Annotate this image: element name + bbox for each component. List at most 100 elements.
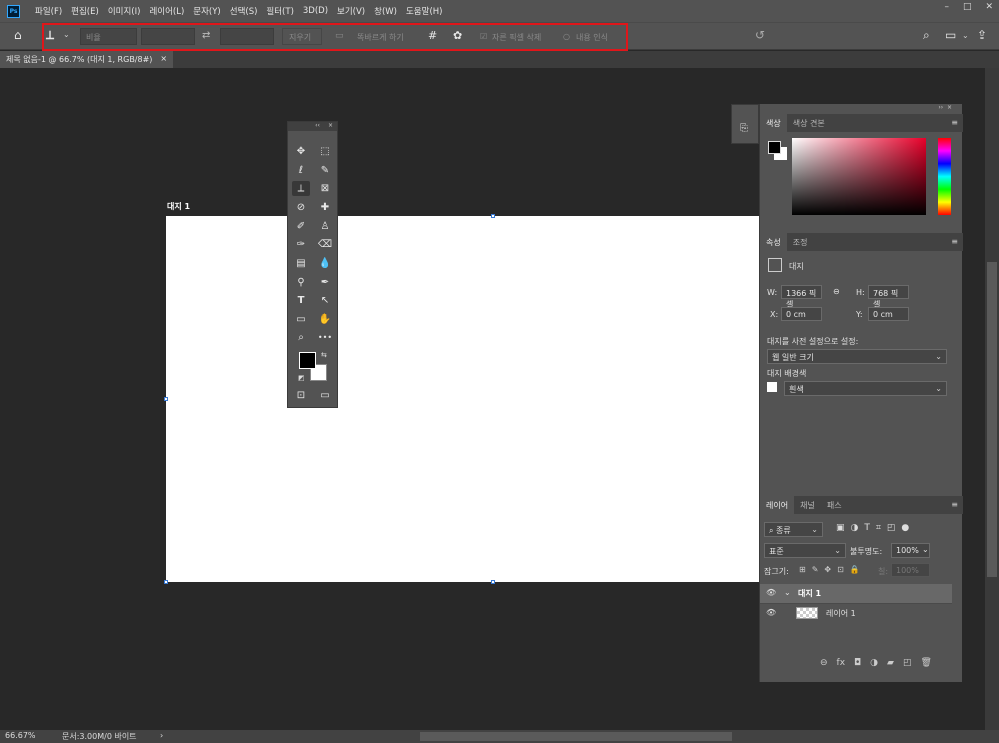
artboard-handle-bottom[interactable] bbox=[491, 580, 495, 584]
vertical-scroll-thumb[interactable] bbox=[987, 262, 997, 577]
type-tool-icon[interactable]: T bbox=[292, 293, 310, 308]
tab-color[interactable]: 색상 bbox=[760, 114, 787, 132]
eyedropper-tool-icon[interactable]: ⊘ bbox=[292, 200, 310, 215]
artboard-handle-bottom-left[interactable] bbox=[164, 580, 168, 584]
lock-icons[interactable]: ⊞✎✥⊡🔒 bbox=[799, 565, 866, 574]
move-tool-icon[interactable]: ✥ bbox=[292, 144, 310, 159]
rectangle-tool-icon[interactable]: ▭ bbox=[292, 312, 310, 327]
quick-select-tool-icon[interactable]: ✎ bbox=[316, 163, 334, 178]
search-icon[interactable]: ⌕ bbox=[923, 28, 930, 43]
gradient-tool-icon[interactable]: ▤ bbox=[292, 256, 310, 271]
menu-file[interactable]: 파일(F) bbox=[35, 5, 62, 17]
panel-menu-icon[interactable]: ≡ bbox=[951, 237, 958, 246]
workspace-icon[interactable]: ▭ bbox=[945, 28, 956, 42]
height-field[interactable]: 768 픽셀 bbox=[868, 285, 909, 309]
menu-view[interactable]: 보기(V) bbox=[337, 5, 365, 17]
artboard[interactable] bbox=[166, 216, 766, 582]
close-button[interactable]: ✕ bbox=[985, 2, 993, 12]
tab-paths[interactable]: 패스 bbox=[821, 496, 848, 514]
x-field[interactable]: 0 cm bbox=[781, 307, 822, 321]
tab-swatches[interactable]: 색상 견본 bbox=[787, 114, 831, 132]
artboard-handle-left[interactable] bbox=[164, 397, 168, 401]
frame-tool-icon[interactable]: ⊠ bbox=[316, 181, 334, 196]
expand-chevron-icon[interactable]: ⌄ bbox=[784, 588, 791, 597]
fx-icon[interactable]: fx bbox=[837, 658, 846, 668]
blend-mode-select[interactable]: 표준 ⌄ bbox=[764, 543, 846, 558]
document-tab[interactable]: 제목 없음-1 @ 66.7% (대지 1, RGB/8#) × bbox=[0, 51, 174, 68]
clone-stamp-tool-icon[interactable]: ♙ bbox=[316, 219, 334, 234]
menu-help[interactable]: 도움말(H) bbox=[406, 5, 442, 17]
color-fg-swatch[interactable] bbox=[768, 141, 781, 154]
zoom-tool-icon[interactable]: ⌕ bbox=[292, 330, 310, 345]
lasso-tool-icon[interactable]: ℓ bbox=[292, 163, 310, 178]
new-layer-icon[interactable]: ◰ bbox=[903, 658, 912, 668]
quick-mask-icon[interactable]: ⊡ bbox=[292, 388, 310, 403]
history-brush-tool-icon[interactable]: ✑ bbox=[292, 237, 310, 252]
app-logo[interactable]: Ps bbox=[7, 4, 20, 18]
menu-layer[interactable]: 레이어(L) bbox=[149, 5, 184, 17]
layer-filter-icons[interactable]: ▣◑T⌗◰● bbox=[836, 523, 915, 533]
eraser-tool-icon[interactable]: ⌫ bbox=[316, 237, 334, 252]
menu-window[interactable]: 창(W) bbox=[374, 5, 397, 17]
crop-tool-icon[interactable]: ⟂ bbox=[292, 181, 310, 196]
layer-row-layer1[interactable]: 👁 레이어 1 bbox=[760, 603, 952, 622]
fill-field[interactable]: 100% bbox=[891, 563, 930, 577]
menu-image[interactable]: 이미지(I) bbox=[108, 5, 141, 17]
menu-3d[interactable]: 3D(D) bbox=[303, 6, 328, 16]
tab-channels[interactable]: 채널 bbox=[794, 496, 821, 514]
share-icon[interactable]: ⇪ bbox=[977, 28, 987, 42]
artboard-label[interactable]: 대지 1 bbox=[167, 201, 190, 212]
more-tools-icon[interactable]: ••• bbox=[316, 330, 334, 345]
adjustment-icon[interactable]: ◑ bbox=[870, 658, 878, 668]
bg-color-select[interactable]: 흰색 ⌄ bbox=[784, 381, 947, 396]
preset-select[interactable]: 웹 일반 크기 ⌄ bbox=[767, 349, 947, 364]
menu-select[interactable]: 선택(S) bbox=[230, 5, 258, 17]
brush-tool-icon[interactable]: ✐ bbox=[292, 219, 310, 234]
minimize-button[interactable]: – bbox=[944, 2, 949, 12]
toolbox-header[interactable]: ‹‹ × bbox=[288, 122, 337, 131]
tab-layers[interactable]: 레이어 bbox=[760, 496, 795, 514]
maximize-button[interactable]: □ bbox=[963, 2, 972, 12]
horizontal-scroll-thumb[interactable] bbox=[420, 732, 732, 741]
group-folder-icon[interactable]: ▰ bbox=[887, 658, 894, 668]
undo-icon[interactable]: ↺ bbox=[755, 28, 765, 42]
collapse-icon[interactable]: ‹‹ bbox=[315, 122, 320, 131]
dodge-tool-icon[interactable]: ⚲ bbox=[292, 275, 310, 290]
artboard-handle-top[interactable] bbox=[491, 214, 495, 218]
swap-colors-icon[interactable]: ⇆ bbox=[321, 351, 327, 359]
dock-controls[interactable]: ›› × bbox=[938, 104, 952, 111]
menu-edit[interactable]: 편집(E) bbox=[71, 5, 99, 17]
healing-brush-tool-icon[interactable]: ✚ bbox=[316, 200, 334, 215]
width-field[interactable]: 1366 픽셀 bbox=[781, 285, 822, 309]
y-field[interactable]: 0 cm bbox=[868, 307, 909, 321]
link-layers-icon[interactable]: ⊖ bbox=[820, 658, 828, 668]
home-icon[interactable]: ⌂ bbox=[14, 28, 22, 42]
marquee-tool-icon[interactable]: ⬚ bbox=[316, 144, 334, 159]
tab-properties[interactable]: 속성 bbox=[760, 233, 787, 251]
close-icon[interactable]: × bbox=[328, 122, 333, 131]
visibility-eye-icon[interactable]: 👁 bbox=[766, 588, 776, 597]
foreground-color-swatch[interactable] bbox=[299, 352, 316, 369]
layer-row-artboard[interactable]: 👁 ⌄ 대지 1 bbox=[760, 584, 952, 603]
panel-menu-icon[interactable]: ≡ bbox=[951, 118, 958, 127]
bg-color-swatch[interactable] bbox=[767, 382, 777, 392]
path-select-tool-icon[interactable]: ↖ bbox=[316, 293, 334, 308]
mask-icon[interactable]: ◘ bbox=[854, 658, 861, 668]
menu-type[interactable]: 문자(Y) bbox=[193, 5, 220, 17]
history-panel-icon[interactable]: ⎘ bbox=[740, 123, 748, 134]
panel-menu-icon[interactable]: ≡ bbox=[951, 500, 958, 509]
default-colors-icon[interactable]: ◩ bbox=[298, 374, 305, 382]
status-menu-arrow-icon[interactable]: › bbox=[160, 731, 163, 740]
layer-filter-select[interactable]: ⌕ 종류 ⌄ bbox=[764, 522, 823, 537]
hue-slider[interactable] bbox=[938, 138, 951, 215]
menu-filter[interactable]: 필터(T) bbox=[266, 5, 293, 17]
trash-icon[interactable]: 🗑 bbox=[920, 658, 931, 668]
pen-tool-icon[interactable]: ✒ bbox=[316, 275, 334, 290]
link-icon[interactable]: ⊖ bbox=[833, 287, 840, 296]
hand-tool-icon[interactable]: ✋ bbox=[316, 312, 334, 327]
close-tab-icon[interactable]: × bbox=[160, 54, 167, 65]
color-picker-field[interactable] bbox=[792, 138, 926, 215]
visibility-eye-icon[interactable]: 👁 bbox=[766, 608, 776, 617]
workspace-chevron-icon[interactable]: ⌄ bbox=[962, 31, 969, 40]
opacity-chevron-icon[interactable]: ⌄ bbox=[922, 545, 929, 554]
